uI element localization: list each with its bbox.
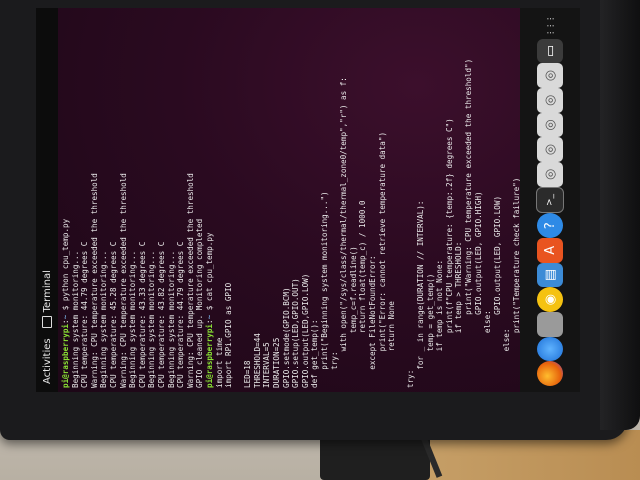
terminal-path: ~ [61,314,70,320]
terminal-line: Beginning system monitoring... [147,250,157,388]
terminal-line: Beginning system monitoring... [99,250,109,388]
top-bar: Activities Terminal [36,8,58,392]
terminal-line: Warning: CPU temperature exceeded the th… [89,173,99,388]
terminal-line: GPIO.output(LED, GPIO.LOW) [492,195,502,388]
terminal-line: pi@raspberrypi:~ $ cat cpu_temp.py [204,232,214,388]
terminal-icon[interactable]: >_ [536,186,564,214]
terminal-line: Warning: CPU temperature exceeded the th… [118,173,128,388]
monitor-bezel: Activities Terminal pi@raspberrypi:~ $ p… [0,0,640,440]
terminal-line: CPU temperature: 45.28 degrees C [108,241,118,388]
terminal-output[interactable]: pi@raspberrypi:~ $ python cpu_temp.py Beg… [58,8,520,392]
disk-icon-2[interactable]: ◎ [537,137,563,162]
terminal-line: CPU temperature: 43.33 degrees C [137,241,147,388]
terminal-command: python cpu_temp.py [61,218,70,302]
terminal-line: else: [502,328,512,388]
terminal-line: CPU temperature: 44.79 degrees C [80,241,90,388]
terminal-prompt: pi@raspberrypi [204,323,214,388]
terminal-line: GPIO.setup(LED,GPIO.OUT) [291,278,301,388]
terminal-line: return float(temp_c) / 1000.0 [358,200,368,388]
terminal-line: return None [387,301,397,388]
rhythmbox-icon[interactable]: ◉ [537,287,563,312]
files-icon[interactable] [537,311,563,337]
terminal-line: else: [483,310,493,388]
monitor-edge [600,0,640,430]
terminal-line: THRESHOLD=44 [252,333,262,388]
terminal-line: print("Warning: CPU temperature exceeded… [463,58,473,388]
terminal-line: try: [406,369,416,388]
terminal-path: ~ [204,314,214,320]
app-menu-label: Terminal [41,270,53,313]
monitor-screen: Activities Terminal pi@raspberrypi:~ $ p… [36,8,580,392]
terminal-line: print("Error: cannot retrieve temperatur… [377,131,387,388]
terminal-line: DURATION=25 [272,337,282,388]
disk-icon-3[interactable]: ◎ [537,112,563,138]
terminal-line: GPIO.setmode(GPIO.BCM) [281,287,291,388]
terminal-small-icon [42,316,52,329]
terminal-line: print(f"CPU temperature: {temp:.2f} degr… [444,118,454,388]
writer-icon[interactable]: ▤ [537,262,563,288]
activities-button[interactable]: Activities [42,328,53,392]
app-store-icon[interactable]: A [537,237,563,263]
app-menu[interactable]: Terminal [41,270,53,329]
terminal-line: except FileNotFoundError: [368,255,377,388]
terminal-line: CPU temperature: 43.82 degrees C [156,241,166,388]
trash-icon[interactable]: ▭ [537,38,563,64]
terminal-line: GPIO cleaned up. Monitoring completed [195,218,205,388]
terminal-line: temp = get_temp() [425,273,435,388]
terminal-line: Beginning system monitoring... [70,250,80,388]
dock: ◉ ▤ A? >_ ◎ ◎ ◎ ◎ ◎ ▭ ⋮⋮⋮ [520,8,580,392]
terminal-line: for _ in range(DURATION // INTERVAL): [415,200,425,388]
terminal-line: Beginning system monitoring... [166,250,176,388]
terminal-line: GPIO.output(LED,GPIO.LOW) [300,273,310,388]
terminal-line: with open("/sys/class/thermal/thermal_zo… [339,77,349,388]
terminal-line: def get_temp(): [310,319,320,388]
help-icon[interactable]: ? [537,213,563,238]
terminal-line: INTERVAL=5 [262,342,272,388]
disk-icon-5[interactable]: ◎ [537,63,563,88]
terminal-prompt: pi@raspberrypi [61,323,70,388]
show-apps-icon[interactable]: ⋮⋮⋮ [537,14,563,39]
terminal-line: import RPi.GPIO as GPIO [224,282,234,388]
terminal-line: pi@raspberrypi:~ $ python cpu_temp.py [61,218,70,388]
terminal-line: Beginning system monitoring... [128,250,138,388]
terminal-command: cat cpu_temp.py [204,232,214,302]
terminal-line: try: [329,351,339,388]
terminal-line: Warning: CPU temperature exceeded the th… [185,173,195,388]
terminal-line: print("Temperature check failure") [511,177,520,334]
terminal-line: print("Beginning system monitoring...") [320,191,330,388]
terminal-line: temp_c=f.readline() [348,246,358,388]
terminal-line: CPU temperature: 44.79 degrees C [176,241,186,388]
firefox-icon[interactable] [537,361,563,386]
terminal-line: LED=18 [243,360,253,388]
terminal-line: if temp > THRESHOLD: [454,241,464,388]
desktop: Activities Terminal pi@raspberrypi:~ $ p… [36,8,580,392]
thunderbird-icon[interactable] [537,336,563,362]
terminal-line: if temp is not None: [435,259,445,388]
terminal-line: GPIO.output(LED, GPIO.HIGH) [473,191,483,388]
terminal-line: import time [214,337,224,388]
disk-icon-4[interactable]: ◎ [537,87,563,113]
disk-icon-1[interactable]: ◎ [537,161,563,187]
